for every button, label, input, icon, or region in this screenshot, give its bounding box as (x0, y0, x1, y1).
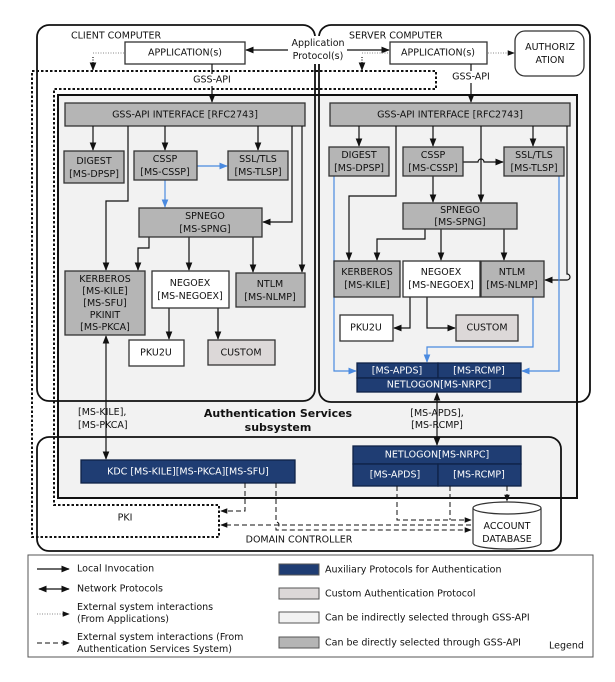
authorization-box (514, 30, 585, 77)
server-custom-label: CUSTOM (466, 323, 507, 334)
server-rcmp-label: [MS-RCMP] (453, 366, 505, 377)
svg-text:Custom Authentication Protocol: Custom Authentication Protocol (325, 589, 475, 600)
dc-netlogon-label: NETLOGON[MS-NRPC] (385, 450, 489, 461)
client-kerberos-label: KERBEROS [MS-KILE] [MS-SFU] PKINIT [MS-PKCA] (79, 274, 130, 333)
pki-label: PKI (118, 513, 133, 524)
legend: Local Invocation Network Protocols Exter… (27, 554, 594, 658)
dc-rcmp-label: [MS-RCMP] (453, 470, 505, 481)
client-gss-api-interface-label: GSS-API INTERFACE [RFC2743] (112, 110, 258, 121)
swatch-direct (278, 636, 320, 649)
client-custom-label: CUSTOM (220, 348, 261, 359)
domain-controller-title: DOMAIN CONTROLLER (246, 535, 353, 546)
svg-text:Network Protocols: Network Protocols (77, 584, 163, 595)
server-apds-label: [MS-APDS] (372, 366, 422, 377)
client-gss-api-label: GSS-API (193, 75, 231, 86)
server-pku2u-label: PKU2U (350, 323, 382, 334)
server-spnego-label: SPNEGO [MS-SPNG] (434, 205, 485, 228)
server-gss-api-label: GSS-API (452, 72, 490, 83)
account-database: ACCOUNT DATABASE (472, 501, 542, 550)
server-netlogon-label: NETLOGON[MS-NRPC] (387, 380, 491, 391)
swatch-custom (278, 587, 320, 600)
authentication-architecture-diagram: CLIENT COMPUTER SERVER COMPUTER APPLICAT… (27, 24, 594, 658)
svg-text:Auxiliary Protocols for Authen: Auxiliary Protocols for Authentication (325, 565, 502, 576)
client-pku2u-label: PKU2U (140, 348, 172, 359)
svg-text:Can be directly selected throu: Can be directly selected through GSS-API (325, 638, 521, 649)
svg-text:Local Invocation: Local Invocation (77, 564, 154, 575)
server-gss-api-interface-label: GSS-API INTERFACE [RFC2743] (377, 110, 523, 121)
swatch-auxiliary (278, 563, 320, 576)
kdc-label: KDC [MS-KILE][MS-PKCA][MS-SFU] (107, 467, 269, 478)
server-application-label: APPLICATION(s) (401, 48, 475, 59)
dc-link-label: [MS-APDS], [MS-RCMP] (410, 408, 463, 431)
swatch-indirect (278, 611, 320, 624)
legend-title: Legend (549, 641, 584, 652)
client-application-label: APPLICATION(s) (148, 48, 222, 59)
server-computer-title: SERVER COMPUTER (349, 31, 443, 42)
svg-text:Can be indirectly selected thr: Can be indirectly selected through GSS-A… (325, 613, 530, 624)
dc-apds-label: [MS-APDS] (370, 470, 420, 481)
client-computer-title: CLIENT COMPUTER (71, 31, 161, 42)
svg-text:External system interactions (: External system interactions (From Authen… (77, 632, 243, 655)
